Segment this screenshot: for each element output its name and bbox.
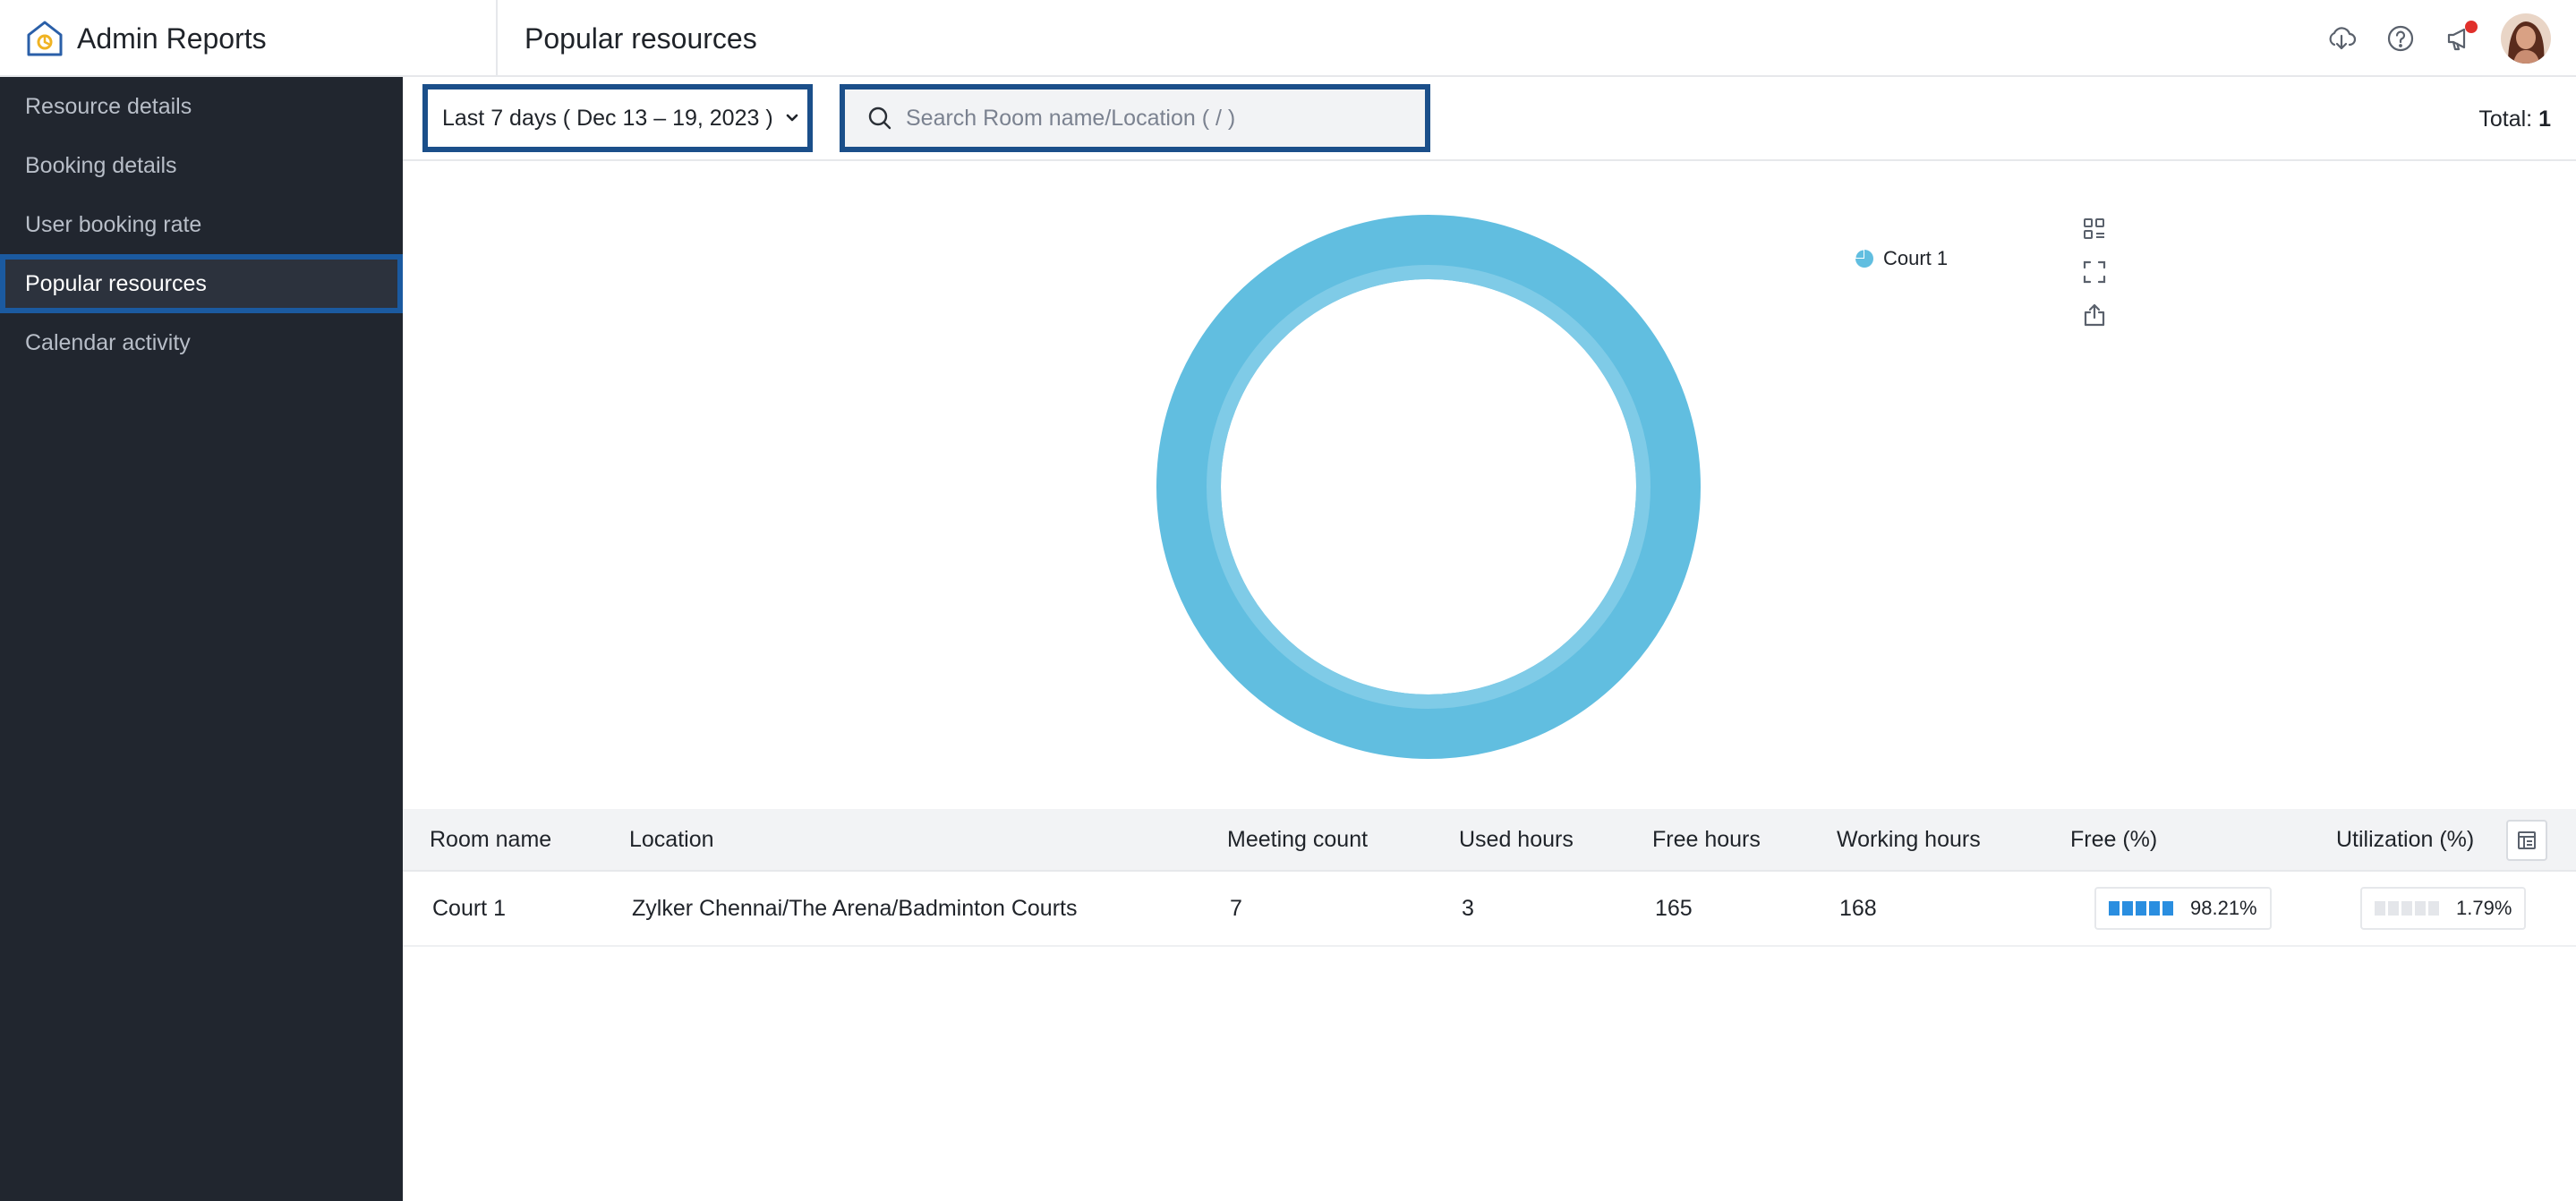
table-header: Room name Location Meeting count Used ho…: [403, 809, 2576, 872]
chart-area: Court 1: [403, 161, 2576, 809]
free-pct-bar: [2109, 901, 2176, 916]
free-pct-bar-segment: [2122, 901, 2133, 916]
help-icon[interactable]: [2383, 21, 2418, 56]
legend-item-court-1[interactable]: Court 1: [1855, 247, 1948, 270]
free-pct-value: 98.21%: [2190, 897, 2257, 919]
free-pct-bar-segment: [2109, 901, 2120, 916]
free-pct-bar-segment: [2162, 901, 2173, 916]
app-title: Admin Reports: [77, 21, 267, 55]
free-pct-bar-segment: [2149, 901, 2160, 916]
header-actions: [2324, 0, 2576, 77]
utilization-pct-bar-segment: [2401, 901, 2412, 916]
fullscreen-icon[interactable]: [2078, 256, 2111, 288]
notification-dot: [2465, 21, 2478, 33]
col-header-meeting-count[interactable]: Meeting count: [1227, 809, 1368, 870]
sidebar-item-booking-details[interactable]: Booking details: [0, 136, 403, 195]
date-range-dropdown[interactable]: Last 7 days ( Dec 13 – 19, 2023 ): [422, 84, 813, 152]
col-header-room-name[interactable]: Room name: [430, 809, 551, 870]
donut-inner-highlight: [1207, 265, 1651, 709]
utilization-pct-value: 1.79%: [2456, 897, 2512, 919]
cell-utilization-pct: 1.79%: [2360, 872, 2527, 945]
utilization-pct-bar-segment: [2388, 901, 2399, 916]
col-header-used-hours[interactable]: Used hours: [1459, 809, 1574, 870]
utilization-pct-bar: [2375, 901, 2442, 916]
utilization-pct-bar-segment: [2415, 901, 2426, 916]
utilization-pct-badge: 1.79%: [2360, 887, 2527, 930]
legend-toggle-icon[interactable]: [2078, 213, 2111, 245]
col-header-free-hours[interactable]: Free hours: [1652, 809, 1761, 870]
announcement-icon[interactable]: [2442, 21, 2478, 56]
cell-meeting-count: 7: [1230, 895, 1242, 921]
filter-toolbar: Last 7 days ( Dec 13 – 19, 2023 ) Total:…: [403, 77, 2576, 161]
export-icon[interactable]: [2078, 299, 2111, 331]
table-row[interactable]: Court 1 Zylker Chennai/The Arena/Badmint…: [403, 872, 2576, 947]
cell-free-hours: 165: [1655, 895, 1693, 921]
cell-free-pct: 98.21%: [2094, 872, 2272, 945]
search-input[interactable]: [906, 105, 1407, 132]
pie-legend-icon: [1855, 250, 1873, 268]
resources-table: Room name Location Meeting count Used ho…: [403, 809, 2576, 947]
search-icon: [868, 106, 891, 130]
cell-location: Zylker Chennai/The Arena/Badminton Court…: [632, 895, 1078, 921]
cell-used-hours: 3: [1462, 895, 1474, 921]
sidebar-item-resource-details[interactable]: Resource details: [0, 77, 403, 136]
cell-room-name: Court 1: [432, 895, 506, 921]
chart-tools: [2078, 213, 2111, 342]
cell-working-hours: 168: [1839, 895, 1877, 921]
col-header-working-hours[interactable]: Working hours: [1837, 809, 1981, 870]
column-settings-button[interactable]: [2506, 820, 2547, 861]
search-box: [840, 84, 1430, 152]
sidebar-item-popular-resources[interactable]: Popular resources: [0, 254, 403, 313]
app-logo-icon: [27, 21, 63, 56]
utilization-pct-bar-segment: [2375, 901, 2385, 916]
free-pct-badge: 98.21%: [2094, 887, 2272, 930]
page-title: Popular resources: [525, 22, 757, 55]
top-header: Admin Reports Popular resources: [0, 0, 2576, 77]
chevron-down-icon: [786, 114, 798, 122]
date-range-label: Last 7 days ( Dec 13 – 19, 2023 ): [442, 105, 773, 131]
donut-chart: [1156, 215, 1701, 759]
total-label: Total:: [2478, 106, 2533, 132]
download-cloud-icon[interactable]: [2324, 21, 2359, 56]
column-settings-icon: [2518, 831, 2536, 849]
sidebar-item-user-booking-rate[interactable]: User booking rate: [0, 195, 403, 254]
utilization-pct-bar-segment: [2428, 901, 2439, 916]
total-value: 1: [2538, 106, 2551, 132]
legend-label: Court 1: [1883, 247, 1949, 269]
avatar[interactable]: [2501, 13, 2551, 64]
col-header-location[interactable]: Location: [629, 809, 714, 870]
col-header-utilization-pct[interactable]: Utilization (%): [2336, 809, 2474, 870]
free-pct-bar-segment: [2136, 901, 2146, 916]
total-count: Total: 1: [2478, 77, 2551, 161]
sidebar: Resource details Booking details User bo…: [0, 77, 403, 1201]
sidebar-item-calendar-activity[interactable]: Calendar activity: [0, 313, 403, 372]
brand: Admin Reports: [0, 0, 498, 77]
col-header-free-pct[interactable]: Free (%): [2070, 809, 2157, 870]
donut-slice-court-1[interactable]: [1156, 215, 1701, 759]
